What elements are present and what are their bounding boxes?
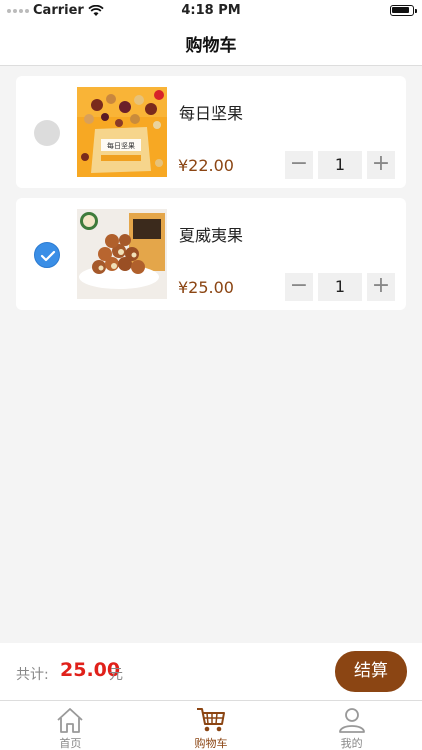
- product-image[interactable]: [77, 209, 167, 299]
- checkmark-icon: [40, 250, 56, 262]
- tab-label: 首页: [59, 737, 82, 750]
- macadamia-nuts-plate-image: [77, 209, 167, 299]
- cart-list: 每日坚果 每日坚果 ¥22.00 − 1 + 夏威夷果 ¥25.00 − 1 +: [16, 76, 406, 320]
- total-label: 共计:: [16, 667, 49, 683]
- tab-cart[interactable]: 购物车: [141, 701, 282, 750]
- product-price: ¥25.00: [178, 278, 234, 297]
- checkout-button[interactable]: 结算: [335, 651, 407, 692]
- mixed-nuts-bag-image: 每日坚果: [77, 87, 167, 177]
- status-time: 4:18 PM: [181, 3, 241, 18]
- tab-profile[interactable]: 我的: [281, 701, 422, 750]
- cart-icon: [197, 708, 225, 732]
- quantity-stepper: − 1 +: [285, 151, 395, 179]
- decrease-quantity-button[interactable]: −: [285, 151, 313, 179]
- tab-bar: 首页 购物车 我的: [0, 700, 422, 750]
- product-image[interactable]: 每日坚果: [77, 87, 167, 177]
- cart-item: 每日坚果 每日坚果 ¥22.00 − 1 +: [16, 76, 406, 188]
- quantity-value[interactable]: 1: [318, 273, 362, 301]
- select-checkbox-checked[interactable]: [34, 242, 60, 268]
- quantity-stepper: − 1 +: [285, 273, 395, 301]
- select-checkbox[interactable]: [34, 120, 60, 146]
- product-name[interactable]: 每日坚果: [179, 100, 243, 124]
- tab-label: 购物车: [194, 737, 228, 750]
- total-unit: 元: [109, 667, 123, 683]
- cart-item: 夏威夷果 ¥25.00 − 1 +: [16, 198, 406, 310]
- user-icon: [338, 708, 365, 733]
- increase-quantity-button[interactable]: +: [367, 273, 395, 301]
- tab-label: 我的: [340, 737, 363, 750]
- page-title: 购物车: [185, 36, 237, 56]
- product-price: ¥22.00: [178, 156, 234, 175]
- checkout-bar: 共计: 25.00 元 结算: [0, 643, 422, 700]
- battery-icon: [390, 5, 417, 16]
- navbar: 购物车: [0, 22, 422, 66]
- status-bar: Carrier 4:18 PM: [0, 0, 422, 22]
- increase-quantity-button[interactable]: +: [367, 151, 395, 179]
- svg-text:每日坚果: 每日坚果: [107, 141, 135, 150]
- tab-home[interactable]: 首页: [0, 701, 141, 750]
- decrease-quantity-button[interactable]: −: [285, 273, 313, 301]
- home-icon: [57, 708, 83, 733]
- quantity-value[interactable]: 1: [318, 151, 362, 179]
- product-name[interactable]: 夏威夷果: [179, 222, 243, 246]
